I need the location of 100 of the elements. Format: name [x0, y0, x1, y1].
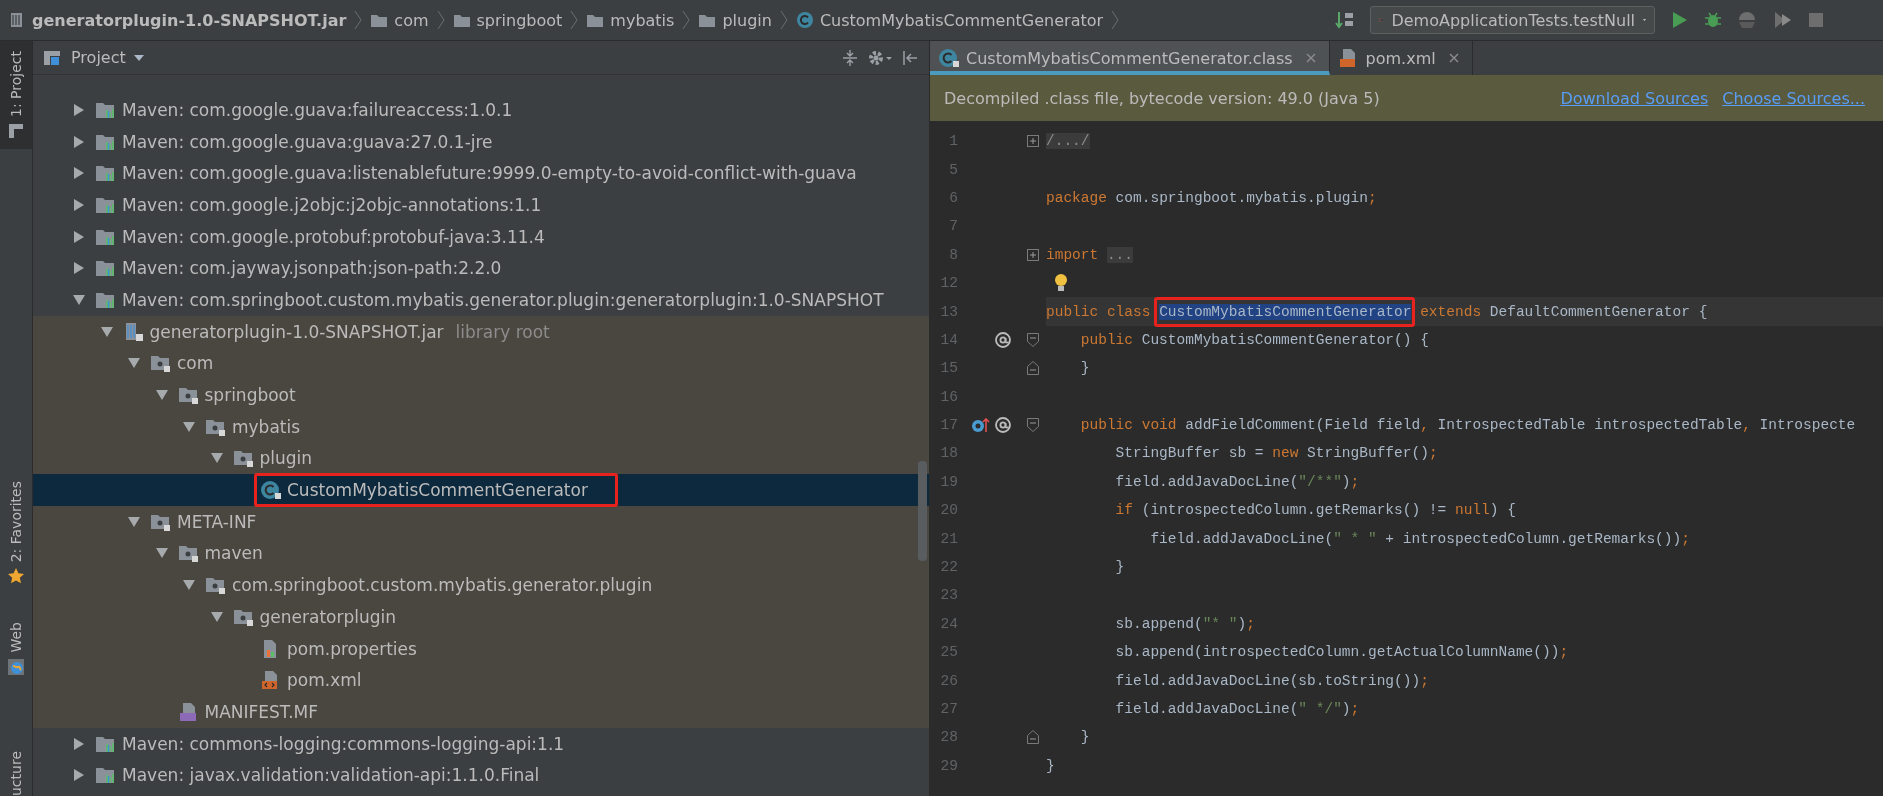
settings-icon[interactable] — [867, 48, 893, 67]
line-number: 5 — [948, 161, 958, 178]
expand-arrow-icon[interactable] — [73, 769, 85, 782]
globe-icon — [8, 658, 24, 675]
item-label: com — [177, 353, 214, 374]
run-configuration-dropdown[interactable]: DemoApplicationTests.testNull — [1370, 6, 1655, 34]
tree-row[interactable]: MANIFEST.MF — [33, 696, 929, 728]
line-number: 7 — [948, 218, 958, 235]
expand-arrow-icon[interactable] — [155, 389, 168, 402]
expand-arrow-icon[interactable] — [210, 610, 223, 623]
tree-row[interactable]: maven — [33, 537, 929, 570]
line-number: 15 — [939, 360, 958, 377]
tree-row[interactable]: generatorplugin — [33, 601, 929, 633]
override-icon[interactable] — [970, 416, 990, 435]
collapse-fold-icon[interactable] — [1027, 332, 1039, 347]
side-tab[interactable]: 2: Favorites — [0, 471, 32, 595]
close-icon[interactable] — [1304, 52, 1317, 64]
tree-row[interactable]: Maven: commons-logging:commons-logging-api:1.1 — [33, 727, 929, 760]
class-icon — [260, 480, 282, 501]
tree-row[interactable]: Maven: com.springboot.custom.mybatis.generator.plugin:generatorplugin:1.0-SNAPSHOT — [33, 284, 929, 316]
expand-arrow-icon[interactable] — [73, 737, 85, 750]
library-icon — [95, 765, 117, 786]
item-label: mybatis — [232, 416, 301, 437]
tree-row[interactable]: CustomMybatisCommentGenerator — [33, 474, 929, 506]
side-tab[interactable]: Web — [0, 612, 32, 685]
package-icon — [150, 353, 172, 374]
breadcrumb[interactable]: plugin — [698, 10, 772, 30]
lightbulb-icon[interactable] — [1053, 273, 1069, 294]
tree-row[interactable]: com — [33, 347, 929, 380]
annotation-icon[interactable] — [994, 416, 1012, 435]
item-label: springboot — [204, 385, 296, 406]
line-number: 24 — [939, 615, 958, 632]
panel-title[interactable]: Project — [71, 48, 126, 67]
expand-arrow-icon[interactable] — [210, 452, 223, 465]
tree-row[interactable]: generatorplugin-1.0-SNAPSHOT.jar library root — [33, 315, 929, 348]
scrollbar[interactable] — [918, 461, 927, 561]
tree-row[interactable]: plugin — [33, 442, 929, 475]
code-line: field.addJavaDocLine(sb.toString()); — [1114, 672, 1429, 689]
breadcrumb[interactable]: generatorplugin-1.0-SNAPSHOT.jar — [8, 10, 347, 30]
expand-arrow-icon[interactable] — [183, 579, 195, 592]
collapse-fold-icon[interactable] — [1027, 361, 1039, 376]
expand-arrow-icon[interactable] — [128, 357, 140, 370]
chevron-icon — [570, 10, 579, 30]
collapse-all-icon[interactable] — [841, 48, 859, 67]
editor-tab[interactable]: CustomMybatisCommentGenerator.class — [930, 41, 1330, 75]
stop-icon[interactable] — [1807, 11, 1825, 29]
line-number: 21 — [939, 530, 958, 547]
tree-row[interactable]: Maven: com.google.guava:failureaccess:1.0.1 — [33, 94, 929, 126]
expand-arrow-icon[interactable] — [73, 230, 85, 243]
tree-row[interactable]: Maven: javax.validation:validation-api:1.1.0.Final — [33, 759, 929, 792]
tree-row[interactable]: Maven: com.jayway.jsonpath:json-path:2.2.0 — [33, 252, 929, 285]
tree-row[interactable]: Maven: com.google.guava:guava:27.0.1-jre — [33, 125, 929, 158]
expand-arrow-icon[interactable] — [183, 420, 195, 433]
expand-arrow-icon[interactable] — [128, 515, 140, 528]
line-number: 25 — [939, 644, 958, 661]
line-number: 18 — [939, 445, 958, 462]
line-number: 20 — [939, 502, 958, 519]
tree-row[interactable]: springboot — [33, 379, 929, 411]
expand-fold-icon[interactable] — [1027, 135, 1039, 148]
code-line: if (introspectedColumn.getRemarks() != null) { — [1114, 502, 1516, 519]
item-label: maven — [204, 543, 263, 564]
side-tab[interactable]: 1: Project — [0, 41, 32, 149]
caret-icon[interactable] — [133, 54, 144, 61]
annotation-icon[interactable] — [994, 330, 1012, 349]
tree-row[interactable]: Maven: com.google.guava:listenablefuture:9999.0-empty-to-avoid-conflict-with-guava — [33, 157, 929, 190]
tree-row[interactable]: pom.properties — [33, 632, 929, 665]
sort-icon[interactable] — [1334, 9, 1356, 31]
expand-arrow-icon[interactable] — [73, 167, 85, 180]
close-icon[interactable] — [1447, 52, 1460, 64]
expand-fold-icon[interactable] — [1027, 248, 1039, 261]
expand-arrow-icon[interactable] — [100, 325, 113, 338]
tree-row[interactable]: com.springboot.custom.mybatis.generator.plugin — [33, 569, 929, 601]
hide-panel-icon[interactable] — [901, 48, 919, 67]
item-label: Maven: com.google.j2objc:j2objc-annotations:1.1 — [122, 194, 542, 215]
breadcrumb[interactable]: springboot — [452, 10, 563, 30]
item-label: pom.properties — [287, 638, 417, 659]
collapse-fold-icon[interactable] — [1027, 418, 1039, 433]
expand-arrow-icon[interactable] — [73, 262, 85, 275]
debug-icon[interactable] — [1703, 10, 1723, 30]
breadcrumb[interactable]: CustomMybatisCommentGenerator — [795, 10, 1104, 30]
profile-icon[interactable] — [1773, 10, 1793, 30]
expand-arrow-icon[interactable] — [155, 547, 168, 560]
side-tab[interactable]: ucture — [0, 741, 32, 796]
expand-arrow-icon[interactable] — [73, 293, 85, 306]
collapse-fold-icon[interactable] — [1027, 730, 1039, 745]
tree-row[interactable]: Maven: com.google.protobuf:protobuf-java:3.11.4 — [33, 220, 929, 253]
tree-row[interactable]: Maven: com.google.j2objc:j2objc-annotations:1.1 — [33, 189, 929, 221]
expand-arrow-icon[interactable] — [73, 198, 85, 211]
breadcrumb[interactable]: com — [370, 10, 429, 30]
code-line: field.addJavaDocLine(" */"); — [1114, 701, 1360, 717]
expand-arrow-icon[interactable] — [73, 103, 85, 116]
tree-row[interactable]: mybatis — [33, 410, 929, 443]
library-icon — [95, 163, 117, 184]
item-label: Maven: com.google.guava:listenablefuture:9999.0-empty-to-avoid-conflict-with-guava — [122, 163, 857, 184]
item-label: Maven: com.google.guava:failureaccess:1.0.1 — [122, 99, 513, 120]
breadcrumb[interactable]: mybatis — [586, 10, 675, 30]
expand-arrow-icon[interactable] — [73, 135, 85, 148]
tree-row[interactable]: pom.xml — [33, 664, 929, 697]
tree-row[interactable]: META-INF — [33, 505, 929, 538]
code-line: } — [1079, 360, 1090, 377]
